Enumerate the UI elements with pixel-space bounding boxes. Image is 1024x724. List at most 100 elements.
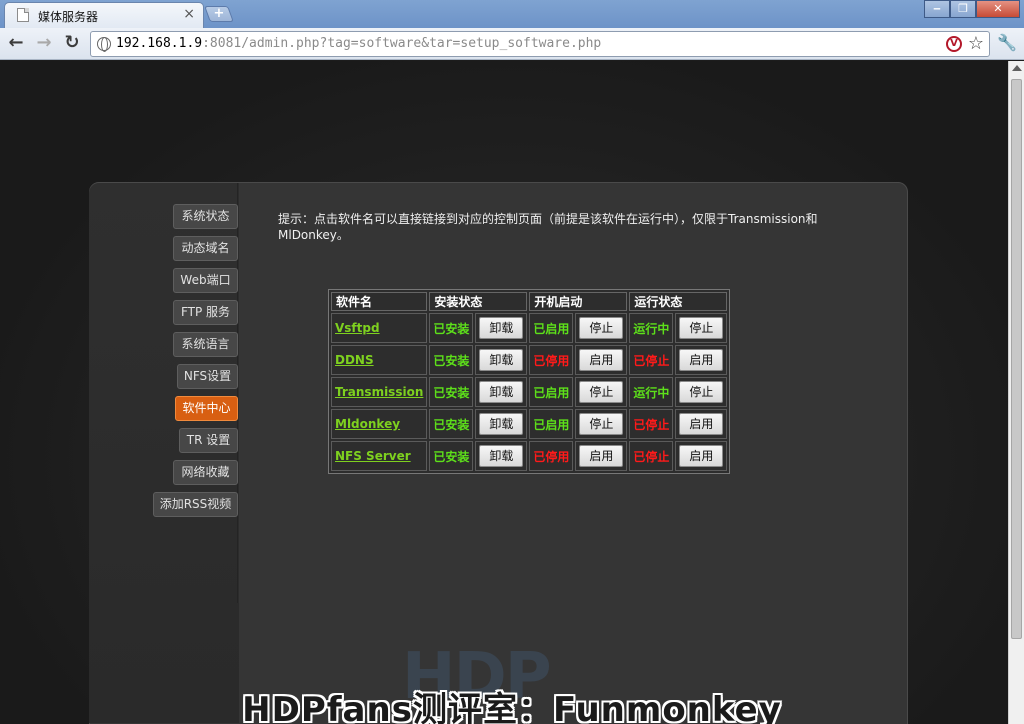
software-link[interactable]: Transmission — [335, 385, 423, 399]
sidebar-item-add-rss[interactable]: 添加RSS视频 — [153, 492, 238, 517]
boot-toggle-button[interactable]: 启用 — [579, 445, 624, 467]
run-toggle-button[interactable]: 启用 — [679, 349, 724, 371]
wrench-icon[interactable]: 🔧 — [996, 32, 1018, 54]
boot-action-cell: 启用 — [575, 345, 628, 375]
run-status: 已停止 — [629, 441, 674, 471]
sidebar — [89, 183, 239, 723]
table-row: DDNS 已安装 卸载 已停用 启用 已停止 启用 — [331, 345, 728, 375]
extension-icon[interactable]: V — [946, 36, 962, 52]
sidebar-item-software-center[interactable]: 软件中心 — [175, 396, 238, 421]
uninstall-button[interactable]: 卸载 — [479, 445, 524, 467]
install-action-cell: 卸载 — [475, 377, 528, 407]
run-toggle-button[interactable]: 停止 — [679, 317, 724, 339]
sidebar-item-nfs[interactable]: NFS设置 — [177, 364, 238, 389]
page-icon — [17, 8, 29, 22]
vertical-scrollbar[interactable] — [1008, 61, 1024, 724]
run-action-cell: 停止 — [675, 313, 728, 343]
run-action-cell: 启用 — [675, 441, 728, 471]
install-status: 已安装 — [429, 441, 474, 471]
reload-icon[interactable]: ↻ — [60, 31, 84, 55]
url-path: :8081/admin.php?tag=software&tar=setup_s… — [202, 36, 602, 51]
software-name-cell: NFS Server — [331, 441, 428, 471]
boot-status: 已启用 — [529, 409, 574, 439]
run-action-cell: 启用 — [675, 345, 728, 375]
sidebar-item-tr-settings[interactable]: TR 设置 — [179, 428, 238, 453]
table-row: Vsftpd 已安装 卸载 已启用 停止 运行中 停止 — [331, 313, 728, 343]
install-action-cell: 卸载 — [475, 441, 528, 471]
minimize-button[interactable]: ‒ — [924, 0, 950, 18]
sidebar-item-language[interactable]: 系统语言 — [173, 332, 238, 357]
table-row: Transmission 已安装 卸载 已启用 停止 运行中 停止 — [331, 377, 728, 407]
col-header-name: 软件名 — [331, 292, 428, 311]
software-link[interactable]: DDNS — [335, 353, 374, 367]
boot-action-cell: 停止 — [575, 377, 628, 407]
uninstall-button[interactable]: 卸载 — [479, 349, 524, 371]
run-status: 运行中 — [629, 377, 674, 407]
install-status: 已安装 — [429, 377, 474, 407]
scroll-up-icon[interactable] — [1012, 65, 1022, 71]
browser-tab[interactable]: 媒体服务器 × — [4, 2, 204, 28]
boot-status: 已停用 — [529, 441, 574, 471]
software-name-cell: Mldonkey — [331, 409, 428, 439]
boot-toggle-button[interactable]: 停止 — [579, 317, 624, 339]
restore-button[interactable]: ❐ — [950, 0, 976, 18]
software-link[interactable]: Vsftpd — [335, 321, 380, 335]
run-status: 已停止 — [629, 345, 674, 375]
software-table: 软件名 安装状态 开机启动 运行状态 Vsftpd 已安装 卸载 已启用 停止 运行中 停止… — [328, 289, 731, 474]
boot-status: 已启用 — [529, 377, 574, 407]
run-toggle-button[interactable]: 停止 — [679, 381, 724, 403]
run-action-cell: 停止 — [675, 377, 728, 407]
col-header-run: 运行状态 — [629, 292, 728, 311]
hint-text: 提示：点击软件名可以直接链接到对应的控制页面（前提是该软件在运行中），仅限于Tr… — [278, 212, 818, 242]
install-action-cell: 卸载 — [475, 409, 528, 439]
boot-status: 已启用 — [529, 313, 574, 343]
uninstall-button[interactable]: 卸载 — [479, 381, 524, 403]
address-bar[interactable]: 192.168.1.9:8081/admin.php?tag=software&… — [90, 31, 990, 57]
col-header-install: 安装状态 — [429, 292, 528, 311]
software-name-cell: Vsftpd — [331, 313, 428, 343]
sidebar-item-system-status[interactable]: 系统状态 — [173, 204, 238, 229]
run-toggle-button[interactable]: 启用 — [679, 413, 724, 435]
sidebar-item-web-port[interactable]: Web端口 — [173, 268, 238, 293]
software-name-cell: Transmission — [331, 377, 428, 407]
window-titlebar: 媒体服务器 × + ‒ ❐ ✕ — [0, 0, 1024, 28]
table-header-row: 软件名 安装状态 开机启动 运行状态 — [331, 292, 728, 311]
sidebar-item-favorites[interactable]: 网络收藏 — [173, 460, 238, 485]
col-header-boot: 开机启动 — [529, 292, 628, 311]
bookmark-star-icon[interactable]: ☆ — [968, 33, 984, 54]
software-name-cell: DDNS — [331, 345, 428, 375]
table-row: NFS Server 已安装 卸载 已停用 启用 已停止 启用 — [331, 441, 728, 471]
software-link[interactable]: Mldonkey — [335, 417, 400, 431]
sidebar-item-ddns[interactable]: 动态域名 — [173, 236, 238, 261]
boot-status: 已停用 — [529, 345, 574, 375]
run-status: 已停止 — [629, 409, 674, 439]
scroll-thumb[interactable] — [1011, 79, 1022, 639]
install-status: 已安装 — [429, 409, 474, 439]
install-action-cell: 卸载 — [475, 345, 528, 375]
boot-toggle-button[interactable]: 停止 — [579, 413, 624, 435]
boot-action-cell: 启用 — [575, 441, 628, 471]
new-tab-button[interactable]: + — [204, 6, 234, 22]
url-text[interactable]: 192.168.1.9:8081/admin.php?tag=software&… — [116, 36, 601, 51]
sidebar-item-ftp[interactable]: FTP 服务 — [173, 300, 238, 325]
window-controls: ‒ ❐ ✕ — [924, 0, 1020, 18]
uninstall-button[interactable]: 卸载 — [479, 317, 524, 339]
run-toggle-button[interactable]: 启用 — [679, 445, 724, 467]
software-link[interactable]: NFS Server — [335, 449, 411, 463]
boot-toggle-button[interactable]: 停止 — [579, 381, 624, 403]
forward-arrow-icon[interactable]: → — [32, 31, 56, 55]
run-action-cell: 启用 — [675, 409, 728, 439]
tab-title: 媒体服务器 — [38, 10, 99, 24]
uninstall-button[interactable]: 卸载 — [479, 413, 524, 435]
boot-action-cell: 停止 — [575, 313, 628, 343]
close-window-button[interactable]: ✕ — [976, 0, 1020, 18]
install-action-cell: 卸载 — [475, 313, 528, 343]
browser-toolbar: ← → ↻ 192.168.1.9:8081/admin.php?tag=sof… — [0, 28, 1024, 60]
boot-toggle-button[interactable]: 启用 — [579, 349, 624, 371]
back-arrow-icon[interactable]: ← — [4, 31, 28, 55]
tab-close-icon[interactable]: × — [183, 6, 195, 22]
table-row: Mldonkey 已安装 卸载 已启用 停止 已停止 启用 — [331, 409, 728, 439]
globe-icon — [97, 37, 111, 52]
install-status: 已安装 — [429, 313, 474, 343]
url-host: 192.168.1.9 — [116, 36, 203, 51]
